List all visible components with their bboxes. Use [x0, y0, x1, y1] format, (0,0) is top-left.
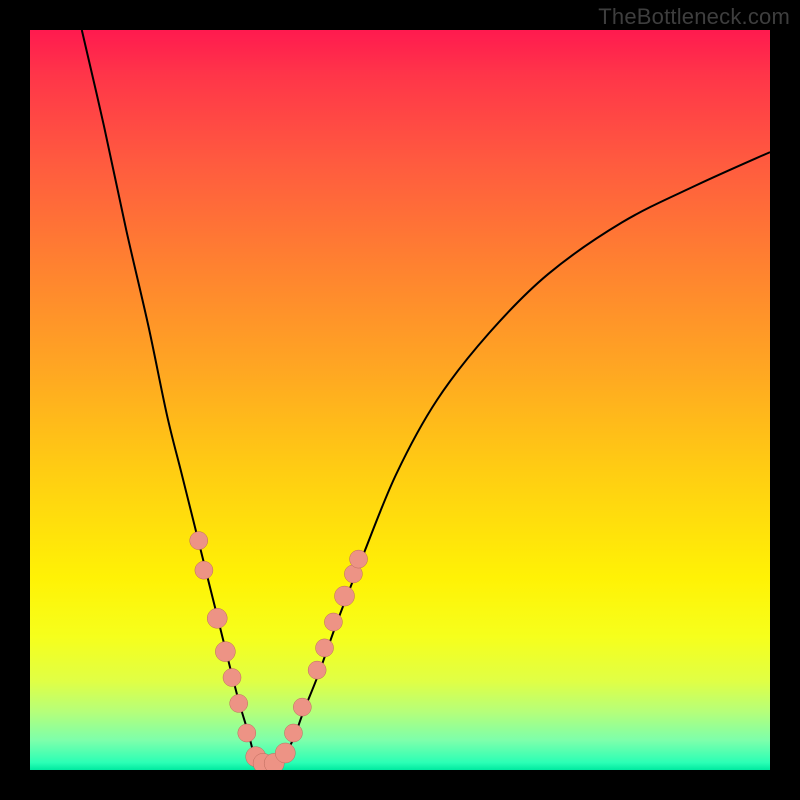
outer-frame: TheBottleneck.com — [0, 0, 800, 800]
watermark-text: TheBottleneck.com — [598, 4, 790, 30]
data-marker — [293, 698, 311, 716]
data-marker — [335, 586, 355, 606]
data-marker — [215, 642, 235, 662]
data-marker — [230, 694, 248, 712]
marker-group — [190, 532, 368, 770]
data-marker — [275, 743, 295, 763]
data-marker — [223, 669, 241, 687]
data-marker — [195, 561, 213, 579]
data-marker — [350, 550, 368, 568]
data-marker — [284, 724, 302, 742]
curve-right-branch — [274, 152, 770, 764]
data-marker — [190, 532, 208, 550]
plot-area — [30, 30, 770, 770]
chart-svg — [30, 30, 770, 770]
data-marker — [238, 724, 256, 742]
data-marker — [207, 608, 227, 628]
data-marker — [324, 613, 342, 631]
data-marker — [308, 661, 326, 679]
data-marker — [316, 639, 334, 657]
